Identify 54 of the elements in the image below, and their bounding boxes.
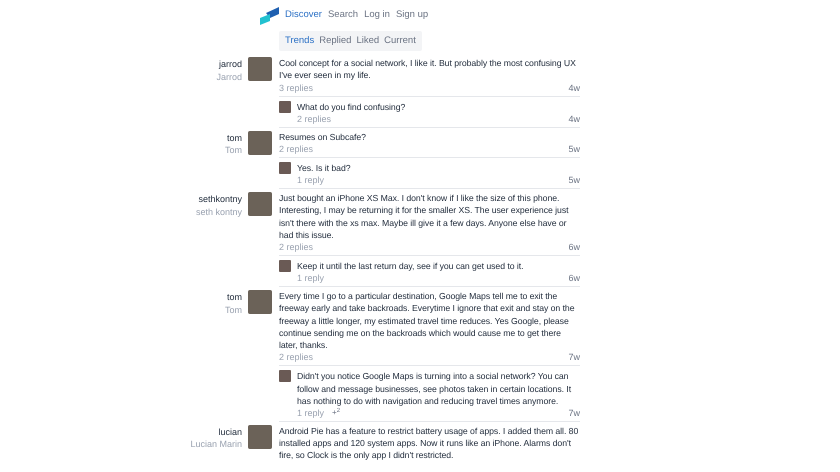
username[interactable]: sethkontny bbox=[198, 193, 242, 206]
tab[interactable]: Replied bbox=[319, 34, 352, 48]
logo-icon[interactable] bbox=[260, 6, 279, 24]
nav-link[interactable]: Log in bbox=[364, 8, 390, 23]
nav-link[interactable]: Sign up bbox=[396, 8, 428, 23]
display-name: seth kontny bbox=[196, 206, 242, 218]
reply-text: Didn't you notice Google Maps is turning into a social network? You can follow and message businesses, see photos taken in certain locations. It has nothing to do with navigation and reducing travel times anymore. bbox=[297, 370, 572, 407]
nav-link[interactable]: Search bbox=[328, 8, 358, 23]
avatar-photo[interactable] bbox=[248, 424, 272, 449]
post-text: Just bought an iPhone XS Max. I don't know if I like the size of this phone. Interesting, I may be returning it for the smaller XS. The user experience just isn't there with the xs max. Maybe ill give it a few days. Anyone else have or had this issue. bbox=[279, 192, 570, 242]
nav-link[interactable]: Discover bbox=[285, 8, 322, 23]
replies-link[interactable]: 2 replies bbox=[297, 112, 332, 125]
post-text: Cool concept for a social network, I like it. But probably the most confusing UX I've ever seen in my life. bbox=[279, 57, 577, 82]
replies-link[interactable]: 2 replies bbox=[279, 143, 314, 156]
timestamp: 4w bbox=[568, 82, 580, 94]
reply-text: What do you find confusing? bbox=[297, 100, 406, 113]
avatar-photo[interactable] bbox=[248, 290, 272, 314]
avatar-photo[interactable] bbox=[248, 57, 272, 82]
replies-link[interactable]: 3 replies bbox=[279, 82, 314, 94]
timestamp: 6w bbox=[568, 272, 580, 284]
avatar-photo[interactable] bbox=[279, 100, 291, 113]
username[interactable]: lucian bbox=[218, 426, 242, 438]
replies-link[interactable]: 1 reply bbox=[297, 406, 324, 419]
post-text: Resumes on Subcafe? bbox=[279, 130, 367, 144]
tab[interactable]: Liked bbox=[356, 34, 380, 48]
timestamp: 7w bbox=[568, 351, 580, 364]
avatar-photo[interactable] bbox=[279, 162, 291, 174]
replies-link[interactable]: 1 reply bbox=[297, 272, 324, 284]
replies-link[interactable]: 2 replies bbox=[279, 351, 314, 364]
timestamp: 4w bbox=[568, 112, 580, 125]
reply-text: Keep it until the last return day, see if you can get used to it. bbox=[297, 260, 524, 272]
username[interactable]: tom bbox=[226, 291, 242, 304]
reply-text: Yes. Is it bad? bbox=[297, 162, 352, 174]
avatar-photo[interactable] bbox=[248, 130, 272, 155]
timestamp: 6w bbox=[568, 241, 580, 254]
timestamp: 5w bbox=[568, 143, 580, 156]
username[interactable]: jarrod bbox=[218, 58, 242, 71]
username[interactable]: tom bbox=[226, 132, 242, 144]
replies-link[interactable]: 2 replies bbox=[279, 241, 314, 254]
display-name: Tom bbox=[224, 304, 242, 316]
tab[interactable]: Trends bbox=[285, 34, 314, 48]
post-text: Every time I go to a particular destination, Google Maps tell me to exit the freeway early and take backroads. Everytime I ignore that exit and stay on the freeway a little longer, my estimated travel time reduces. Yes Google, please continue sending me on the backroads which would cause me to get there later, thanks. bbox=[279, 290, 576, 352]
avatar-photo[interactable] bbox=[279, 260, 291, 272]
display-name: Tom bbox=[224, 144, 242, 157]
post-text: Android Pie has a feature to restrict battery usage of apps. I added them all. 80 installed apps and 120 system apps. Now it runs like an iPhone. Alarms don't fire, so Clock is the only app I didn't restricted. bbox=[279, 424, 580, 462]
timestamp: 7w bbox=[568, 406, 580, 419]
display-name: Lucian Marin bbox=[190, 438, 242, 451]
plus-count: +$^{2}$ bbox=[332, 406, 340, 419]
tab[interactable]: Current bbox=[384, 34, 416, 48]
timestamp: 5w bbox=[568, 174, 580, 186]
display-name: Jarrod bbox=[216, 70, 242, 84]
avatar-photo[interactable] bbox=[279, 370, 291, 382]
avatar-photo[interactable] bbox=[248, 192, 272, 216]
replies-link[interactable]: 1 reply bbox=[297, 174, 324, 186]
